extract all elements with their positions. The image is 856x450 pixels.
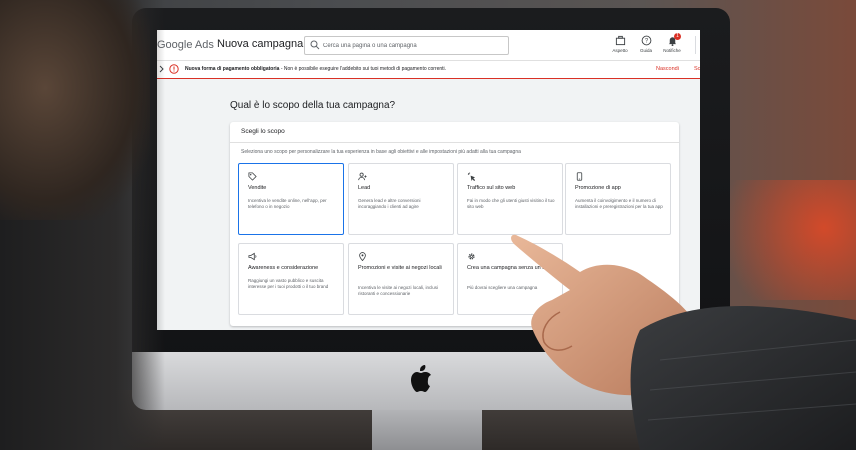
search-box[interactable] [304,36,509,55]
card-description: Seleziona uno scopo per personalizzare l… [241,149,521,155]
screen: Google Ads Nuova campagna Aspetto ? Guid… [157,30,700,330]
goal-option-title: Lead [358,185,371,191]
payment-alert-banner: Nuova forma di pagamento obbligatoria - … [157,61,700,79]
imac-stand [372,408,482,450]
goal-option-description: Raggiungi un vasto pubblico e suscita in… [248,278,329,289]
notifications-badge: 1 [674,33,681,40]
apple-logo-icon [411,365,431,392]
top-bar: Google Ads Nuova campagna Aspetto ? Guid… [157,30,700,61]
goal-option-title: Traffico sul sito web [467,185,516,191]
megaphone-icon [248,252,257,261]
goal-option-description: Incentiva le visite ai negozi locali, in… [358,285,439,296]
alert-message: Nuova forma di pagamento obbligatoria - … [185,66,446,72]
goal-option-awareness[interactable]: Awareness e considerazione Raggiungi un … [238,243,344,315]
page-title: Nuova campagna [217,38,304,50]
search-input[interactable] [323,39,503,52]
goal-option-description: Più dovrai scegliere una campagna [467,285,538,290]
google-ads-logo[interactable]: Google Ads [157,39,214,51]
location-pin-icon [359,252,366,261]
goal-option-title: Promozione di app [575,185,621,191]
cursor-click-icon [467,172,476,181]
goal-option-title: Awareness e considerazione [248,265,319,271]
goal-option-description: Incentiva le vendite online, nell'app, p… [248,198,327,209]
goal-option-website-traffic[interactable]: Traffico sul sito web Fai in modo che gl… [457,163,563,235]
goal-option-title: Vendite [248,185,267,191]
goal-option-no-guidance[interactable]: Crea una campagna senza un ausilio Più d… [457,243,563,315]
tag-icon [248,172,257,181]
gear-icon [468,253,475,260]
goal-option-leads[interactable]: Lead Genera lead e altre conversioni inc… [348,163,454,235]
hide-alert-link[interactable]: Nascondi [656,66,679,72]
search-icon [310,40,320,50]
person-head [0,0,150,220]
briefcase-icon [615,35,625,46]
svg-text:?: ? [644,39,648,45]
toolbar-divider [695,36,696,54]
goal-selection-card: Scegli lo scopo Seleziona uno scopo per … [230,122,679,326]
campaign-goal-question: Qual è lo scopo della tua campagna? [230,100,396,111]
notifications-label: Notifiche [663,48,681,53]
goal-option-description: Aumenta il coinvolgimento e il numero di… [575,198,663,209]
alert-detail: - Non è possibile eseguire l'addebito su… [279,66,447,72]
goal-option-local-store[interactable]: Promozioni e visite ai negozi locali Inc… [348,243,454,315]
card-title: Scegli lo scopo [241,128,285,135]
alert-title: Nuova forma di pagamento obbligatoria [185,66,280,72]
goal-option-sales[interactable]: Vendite Incentiva le vendite online, nel… [238,163,344,235]
goal-option-description: Genera lead e altre conversioni incoragg… [358,198,421,209]
goal-option-app-promotion[interactable]: Promozione di app Aumenta il coinvolgime… [565,163,671,235]
notifications-button[interactable]: 1 Notifiche [657,33,687,53]
app-promo-icon [576,172,583,181]
goal-option-title: Crea una campagna senza un ausilio [467,265,558,271]
leads-icon [358,172,367,181]
help-icon: ? [641,35,651,46]
goal-option-description: Fai in modo che gli utenti giusti visiti… [467,198,555,209]
goal-option-title: Promozioni e visite ai negozi locali [358,265,442,271]
error-icon [169,64,179,74]
card-divider [230,142,679,143]
alert-more-link[interactable]: Sc [694,66,700,72]
